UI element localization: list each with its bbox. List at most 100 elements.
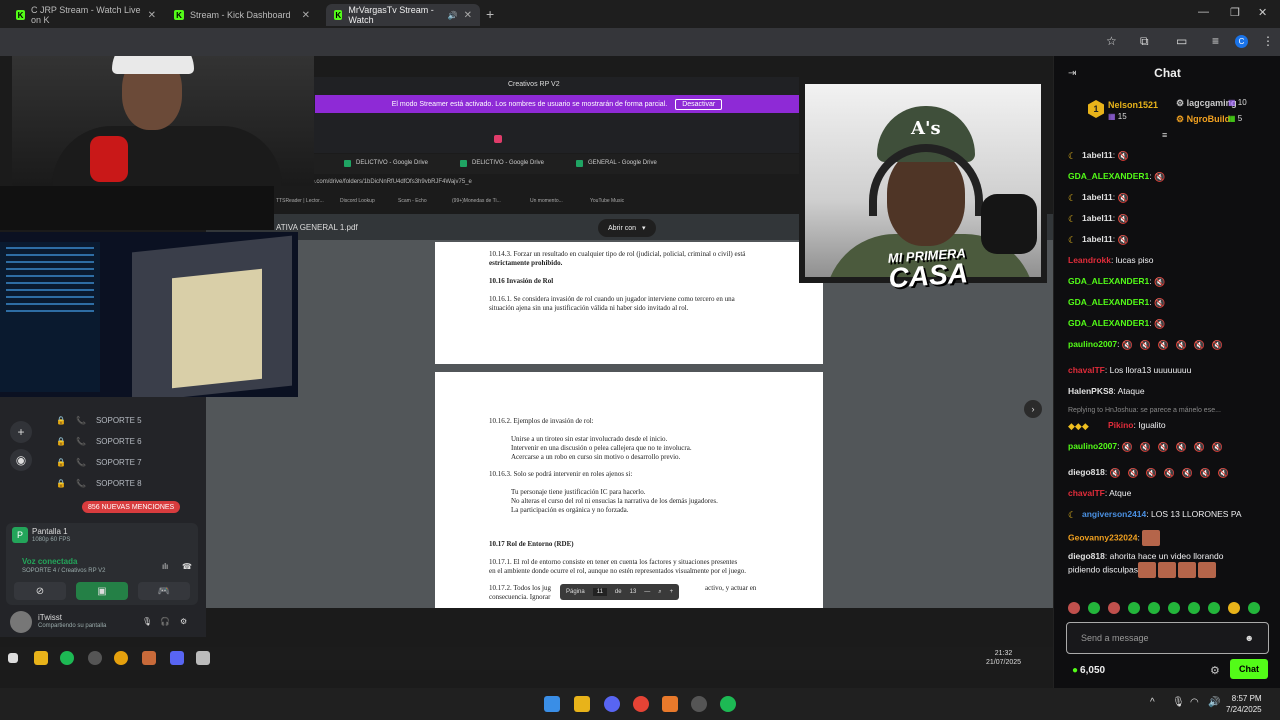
inner-tab[interactable]: GENERAL - Google Drive (576, 156, 657, 170)
open-with-button[interactable]: Abrir con ▾ (598, 219, 656, 237)
mute-emote-icon: 🔇 (1121, 339, 1134, 350)
chat-username[interactable]: Geovanny232024 (1068, 532, 1137, 542)
settings-icon[interactable]: ⚙ (180, 617, 187, 626)
chat-username[interactable]: 1abel11 (1082, 213, 1113, 223)
chrome-icon[interactable] (633, 696, 649, 712)
chat-message: ☾ 1abel11: 🔇 (1068, 213, 1129, 224)
close-tab-icon[interactable]: ✕ (464, 10, 472, 21)
close-window-icon[interactable]: ✕ (1258, 6, 1267, 19)
avatar[interactable] (10, 611, 32, 633)
explore-icon[interactable]: ◉ (10, 449, 32, 471)
soundboard-icon[interactable]: ılı (162, 562, 168, 571)
background-strip (0, 186, 274, 230)
chat-username[interactable]: paulino2007 (1068, 441, 1117, 451)
chat-username[interactable]: GDA_ALEXANDER1 (1068, 318, 1149, 328)
menu-icon[interactable]: ⋮ (1262, 34, 1274, 48)
mic-tray-icon[interactable]: 🎙 (1172, 697, 1185, 708)
network-icon[interactable]: ◠ (1190, 697, 1199, 708)
tray-chevron-icon[interactable]: ^ (1150, 697, 1155, 708)
deactivate-button[interactable]: Desactivar (675, 98, 723, 110)
chat-username[interactable]: GDA_ALEXANDER1 (1068, 171, 1149, 181)
emoji-icon[interactable]: ☻ (1245, 633, 1254, 643)
start-icon (8, 653, 18, 663)
tab-kick-dashboard[interactable]: K Stream - Kick Dashboard ✕ (166, 4, 318, 26)
bookmark[interactable]: Un momento... (530, 198, 563, 204)
emote-quick-bar (1068, 602, 1274, 618)
chat-username[interactable]: 1abel11 (1082, 234, 1113, 244)
windows-start-icon[interactable] (544, 696, 560, 712)
profile-avatar[interactable]: C (1235, 35, 1248, 48)
chat-username[interactable]: GDA_ALEXANDER1 (1068, 276, 1149, 286)
chat-username[interactable]: diego818 (1068, 467, 1105, 477)
chat-username[interactable]: chavalTF (1068, 488, 1105, 498)
bookmark[interactable]: TTSReader | Lector... (276, 198, 324, 204)
leader-name[interactable]: Nelson1521 (1108, 100, 1158, 110)
camera-off-button[interactable]: ⊘ (14, 582, 66, 600)
minimize-icon[interactable]: — (1198, 6, 1209, 18)
chat-username[interactable]: chavalTF (1068, 365, 1105, 375)
voice-channel[interactable]: 🔒 📞 SOPORTE 5 (56, 413, 142, 427)
headphones-icon[interactable]: 🎧 (160, 617, 170, 626)
file-explorer-icon[interactable] (574, 696, 590, 712)
voice-status: Voz conectada (22, 557, 78, 566)
add-server-icon[interactable]: + (10, 421, 32, 443)
activity-button[interactable]: 🎮 (138, 582, 190, 600)
zoom-in-icon[interactable]: + (670, 589, 674, 595)
new-tab-icon[interactable]: + (486, 6, 494, 22)
chat-username[interactable]: Leandrokk (1068, 255, 1111, 265)
stream-video[interactable]: Creativos RP V2 El modo Streamer está ac… (0, 56, 1053, 688)
sidebar-icon[interactable]: ▭ (1176, 34, 1187, 48)
reply-preview[interactable]: Replying to HnJoshua: se parece a mánelo… (1068, 407, 1221, 414)
system-clock[interactable]: 8:57 PM 7/24/2025 (1226, 693, 1262, 715)
chat-username[interactable]: Pikino (1108, 420, 1134, 430)
obs-icon[interactable] (691, 696, 707, 712)
chat-username[interactable]: 1abel11 (1082, 192, 1113, 202)
chat-username[interactable]: angiverson2414 (1082, 509, 1146, 519)
bookmark[interactable]: (99+)Monedas de Ti... (452, 198, 501, 204)
chat-username[interactable]: HalenPKS8 (1068, 386, 1113, 396)
screen-share-button[interactable]: ▣ (76, 582, 128, 600)
close-tab-icon[interactable]: ✕ (148, 10, 156, 21)
search-icon[interactable]: ⌕ (658, 589, 661, 596)
chat-username[interactable]: paulino2007 (1068, 339, 1117, 349)
inner-tab[interactable]: DELICTIVO - Google Drive (344, 156, 428, 170)
volume-icon[interactable]: 🔊 (1208, 697, 1220, 708)
folder-icon (34, 651, 48, 665)
speaker-icon[interactable]: 🔊 (448, 11, 458, 20)
app-icon[interactable] (662, 696, 678, 712)
points-icon: ● (1072, 665, 1079, 676)
chat-username[interactable]: GDA_ALEXANDER1 (1068, 297, 1149, 307)
discord-icon[interactable] (604, 696, 620, 712)
bookmark[interactable]: Discord Lookup (340, 198, 375, 204)
tab-title: Stream - Kick Dashboard (190, 10, 291, 20)
page-number-input[interactable]: 11 (592, 588, 607, 596)
voice-channel[interactable]: 🔒 📞 SOPORTE 6 (56, 434, 142, 448)
user-name: iTwisst (38, 613, 62, 622)
chat-settings-icon[interactable]: ⚙ (1210, 664, 1220, 677)
voice-channel[interactable]: 🔒 📞 SOPORTE 7 (56, 455, 142, 469)
tab-jrp-stream[interactable]: K C JRP Stream - Watch Live on K ✕ (8, 4, 164, 26)
voice-channel[interactable]: 🔒 📞 SOPORTE 8 (56, 476, 142, 490)
inner-tab[interactable]: DELICTIVO - Google Drive (460, 156, 544, 170)
microphone-icon[interactable]: 🎙 (142, 617, 152, 626)
chat-message-input[interactable]: Send a message ☻ (1066, 622, 1269, 654)
expand-leaderboard-icon[interactable]: ≡ (1162, 130, 1167, 140)
bookmark[interactable]: YouTube Music (590, 198, 624, 204)
send-chat-button[interactable]: Chat (1230, 659, 1268, 679)
channel-points[interactable]: ● 6,050 (1072, 665, 1105, 676)
bookmark[interactable]: Scam - Echo (398, 198, 427, 204)
leader-name[interactable]: ⚙ NgroBuild (1176, 114, 1230, 125)
zoom-out-icon[interactable]: — (644, 589, 650, 595)
mentions-badge[interactable]: 856 NUEVAS MENCIONES (82, 501, 181, 513)
chat-username[interactable]: diego818 (1068, 551, 1105, 561)
media-icon[interactable]: ≡ (1212, 34, 1219, 48)
close-tab-icon[interactable]: ✕ (302, 10, 310, 21)
chat-username[interactable]: 1abel11 (1082, 150, 1113, 160)
restore-icon[interactable]: ❐ (1230, 6, 1240, 19)
disconnect-icon[interactable]: ☎ (182, 562, 192, 571)
spotify-icon[interactable] (720, 696, 736, 712)
tab-mrvargastv-stream[interactable]: K MrVargasTv Stream - Watch 🔊 ✕ (326, 4, 480, 26)
bookmark-star-icon[interactable]: ☆ (1106, 34, 1117, 48)
next-page-arrow-icon[interactable]: › (1024, 400, 1042, 418)
extensions-icon[interactable]: ⧉ (1140, 34, 1149, 49)
